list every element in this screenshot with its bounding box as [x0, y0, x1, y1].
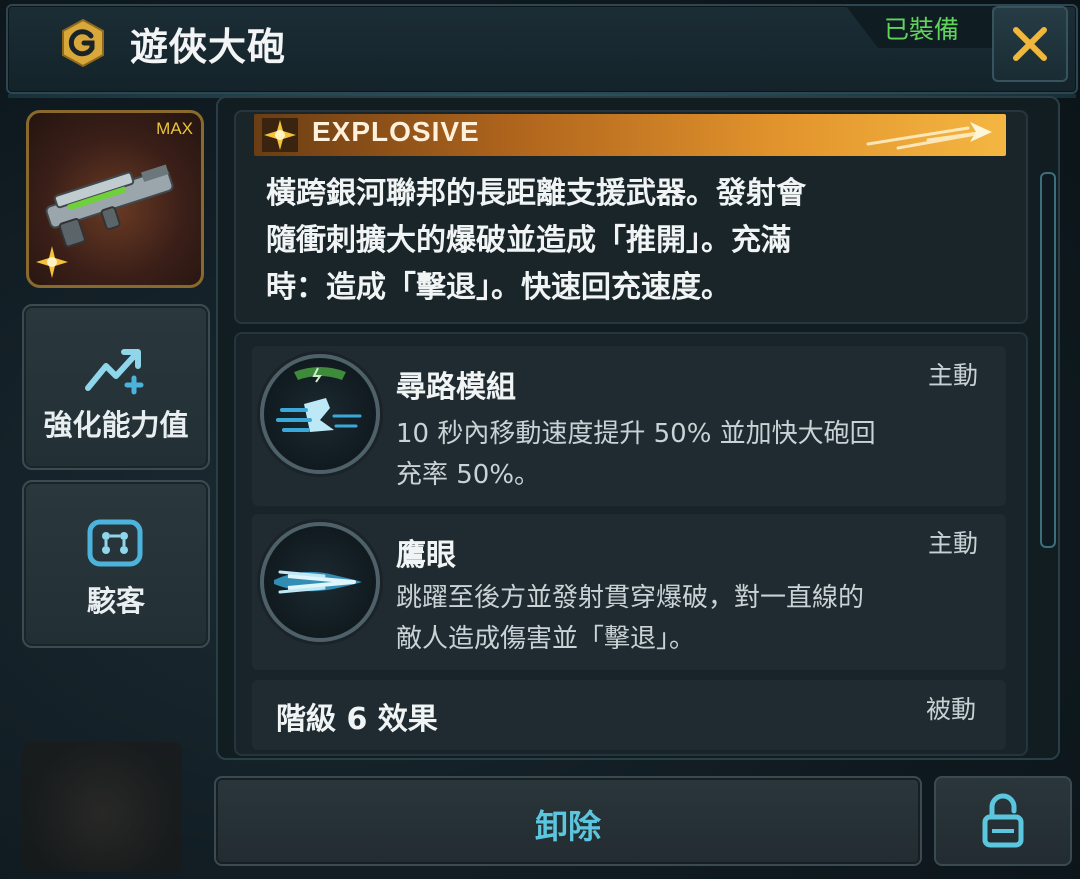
character-portrait: [22, 742, 182, 872]
skill-icon-frame: [260, 522, 380, 642]
skill-description-line: 10 秒內移動速度提升 50% 並加快大砲回: [396, 419, 876, 449]
weapon-thumbnail[interactable]: MAX: [26, 110, 204, 288]
close-icon: [1013, 27, 1047, 61]
skill-type: 主動: [928, 529, 979, 558]
piercing-blast-icon: [274, 570, 362, 594]
description-line: 時：造成「擊退」。快速回充速度。: [266, 270, 731, 305]
arrow-streak-icon: [866, 122, 992, 150]
element-type-label: EXPLOSIVE: [312, 116, 480, 147]
skill-description: 跳躍至後方並發射貫穿爆破，對一直線的 敵人造成傷害並「擊退」。: [396, 578, 956, 660]
scrollbar[interactable]: [1040, 172, 1056, 548]
sidebar-item-hacker[interactable]: 駭客: [22, 480, 210, 648]
sidebar-item-label: 駭客: [86, 584, 145, 618]
lock-button[interactable]: [934, 776, 1072, 866]
skill-name: 鷹眼: [396, 538, 456, 573]
skill-description-line: 敵人造成傷害並「擊退」。: [396, 624, 696, 654]
description-line: 隨衝刺擴大的爆破並造成「推開」。充滿: [266, 223, 791, 258]
unequip-label: 卸除: [535, 807, 601, 846]
skill-type: 被動: [926, 695, 977, 724]
sprint-boot-icon: [276, 367, 362, 432]
unequip-button[interactable]: 卸除: [214, 776, 922, 866]
skill-name: 尋路模組: [396, 370, 516, 405]
upgrade-arrow-icon: [85, 349, 144, 395]
rank-effect-title: 階級 6 效果: [276, 702, 438, 737]
skill-type: 主動: [928, 361, 979, 390]
weapon-description: 橫跨銀河聯邦的長距離支援武器。發射會 隨衝刺擴大的爆破並造成「推開」。充滿 時：…: [266, 170, 926, 311]
skill-icon-frame: [260, 354, 380, 474]
description-line: 橫跨銀河聯邦的長距離支援武器。發射會: [266, 176, 806, 211]
close-button[interactable]: [992, 6, 1068, 82]
weapon-title: 遊俠大砲: [130, 25, 287, 69]
skill-description: 10 秒內移動速度提升 50% 並加快大砲回 充率 50%。: [396, 414, 956, 496]
chip-icon: [87, 519, 143, 567]
sidebar-item-upgrade[interactable]: 強化能力值: [22, 304, 210, 470]
equipped-status: 已裝備: [884, 15, 960, 44]
skill-description-line: 跳躍至後方並發射貫穿爆破，對一直線的: [396, 583, 865, 613]
unlock-icon: [982, 793, 1024, 848]
explosive-star-icon: [36, 246, 68, 278]
sidebar-item-label: 強化能力值: [43, 408, 189, 442]
skill-description-line: 充率 50%。: [396, 460, 541, 490]
gold-g-icon: [62, 18, 104, 68]
explosive-star-icon: [262, 118, 298, 152]
